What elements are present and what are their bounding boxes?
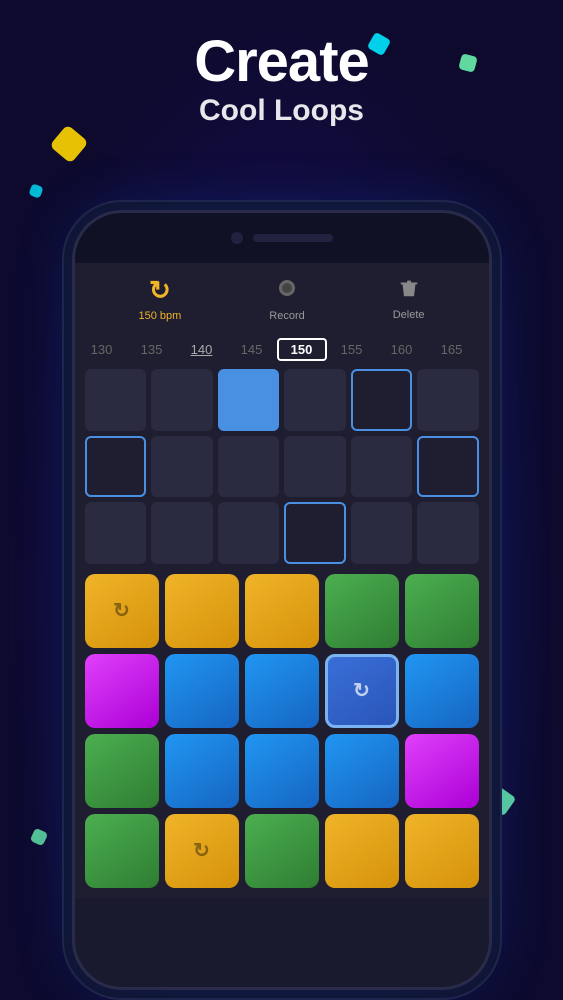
- record-icon: [275, 276, 299, 306]
- beat-cell[interactable]: [218, 502, 280, 564]
- notch-camera: [231, 232, 243, 244]
- bpm-button[interactable]: ↻ 150 bpm: [138, 275, 181, 322]
- pad-green[interactable]: [85, 814, 159, 888]
- bpm-tick-145[interactable]: 145: [227, 342, 277, 357]
- bpm-tick-135[interactable]: 135: [127, 342, 177, 357]
- beat-cell[interactable]: [151, 369, 213, 431]
- beat-cell[interactable]: [417, 369, 479, 431]
- bpm-tick-160[interactable]: 160: [377, 342, 427, 357]
- refresh-icon: ↻: [353, 678, 370, 703]
- title-subtitle: Cool Loops: [0, 94, 563, 128]
- pad-pink[interactable]: [405, 734, 479, 808]
- bpm-icon: ↻: [149, 275, 171, 306]
- pad-orange[interactable]: [165, 574, 239, 648]
- beat-cell-outline[interactable]: [351, 369, 413, 431]
- beat-cell-outline[interactable]: [85, 436, 147, 498]
- bpm-tick-140[interactable]: 140: [177, 342, 227, 357]
- beat-cell[interactable]: [85, 502, 147, 564]
- bpm-tick-150[interactable]: 150: [277, 338, 327, 361]
- pad-orange-refresh-2[interactable]: ↻: [165, 814, 239, 888]
- pad-blue[interactable]: [165, 654, 239, 728]
- pad-blue[interactable]: [325, 734, 399, 808]
- pad-green[interactable]: [85, 734, 159, 808]
- pad-blue-outline-refresh[interactable]: ↻: [325, 654, 399, 728]
- pad-grid: ↻ ↻ ↻: [75, 568, 489, 898]
- beat-cell[interactable]: [417, 502, 479, 564]
- beat-cell[interactable]: [85, 369, 147, 431]
- delete-button[interactable]: Delete: [393, 277, 425, 321]
- pad-orange[interactable]: [405, 814, 479, 888]
- beat-cell[interactable]: [284, 436, 346, 498]
- pad-blue[interactable]: [245, 654, 319, 728]
- refresh-icon: ↻: [113, 598, 130, 623]
- beat-cell[interactable]: [218, 436, 280, 498]
- phone-screen: ↻ 150 bpm Record Delete 130 135 140 145: [75, 263, 489, 898]
- beat-cell[interactable]: [284, 369, 346, 431]
- bpm-tick-155[interactable]: 155: [327, 342, 377, 357]
- title-create: Create: [0, 30, 563, 94]
- beat-row-1: [85, 369, 479, 431]
- pad-orange[interactable]: [325, 814, 399, 888]
- bpm-tick-130[interactable]: 130: [77, 342, 127, 357]
- pad-green[interactable]: [245, 814, 319, 888]
- beat-cell-outline[interactable]: [417, 436, 479, 498]
- bpm-label: 150 bpm: [138, 310, 181, 322]
- bpm-tick-165[interactable]: 165: [427, 342, 477, 357]
- beat-grid-container: [75, 365, 489, 568]
- pad-orange-refresh[interactable]: ↻: [85, 574, 159, 648]
- phone-side-btn-left: [72, 333, 75, 363]
- delete-icon: [398, 277, 420, 305]
- beat-cell[interactable]: [151, 502, 213, 564]
- pad-blue[interactable]: [245, 734, 319, 808]
- phone-notch: [75, 213, 489, 263]
- beat-cell[interactable]: [351, 436, 413, 498]
- refresh-icon: ↻: [193, 838, 210, 863]
- record-label: Record: [269, 310, 304, 322]
- bpm-ruler[interactable]: 130 135 140 145 150 155 160 165: [75, 334, 489, 365]
- beat-cell[interactable]: [351, 502, 413, 564]
- beat-cell-active[interactable]: [218, 369, 280, 431]
- pad-blue[interactable]: [165, 734, 239, 808]
- title-section: Create Cool Loops: [0, 30, 563, 128]
- beat-cell[interactable]: [151, 436, 213, 498]
- pad-pink[interactable]: [85, 654, 159, 728]
- pad-green[interactable]: [405, 574, 479, 648]
- beat-row-2: [85, 436, 479, 498]
- beat-cell-outline[interactable]: [284, 502, 346, 564]
- toolbar: ↻ 150 bpm Record Delete: [75, 263, 489, 334]
- pad-green[interactable]: [325, 574, 399, 648]
- pad-blue[interactable]: [405, 654, 479, 728]
- notch-speaker: [253, 234, 333, 242]
- phone-side-btn-right: [489, 323, 492, 373]
- delete-label: Delete: [393, 309, 425, 321]
- record-button[interactable]: Record: [269, 276, 304, 322]
- phone-frame: ↻ 150 bpm Record Delete 130 135 140 145: [72, 210, 492, 990]
- pad-orange[interactable]: [245, 574, 319, 648]
- beat-row-3: [85, 502, 479, 564]
